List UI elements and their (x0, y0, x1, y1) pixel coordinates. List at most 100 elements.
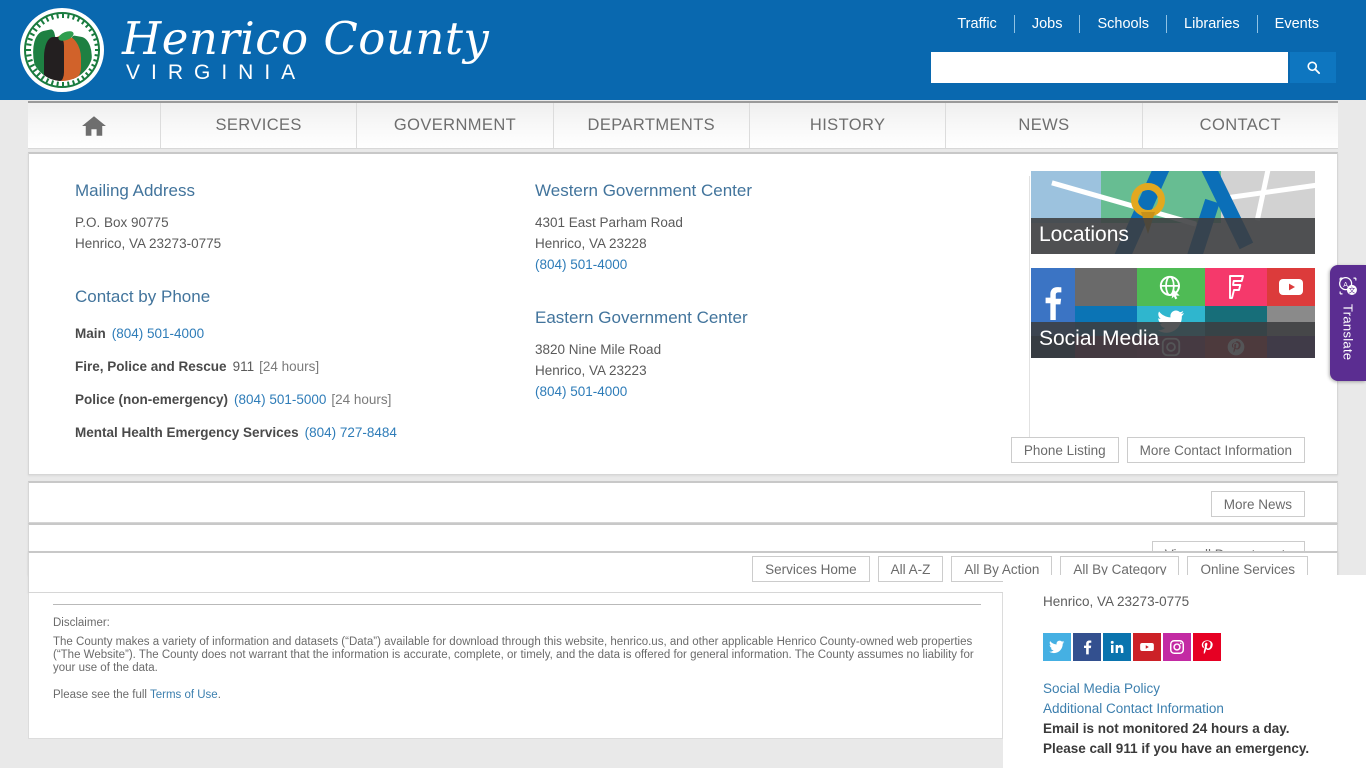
contact-column-middle: Western Government Center 4301 East Parh… (535, 180, 985, 402)
services-home-button[interactable]: Services Home (752, 556, 870, 582)
utility-link-jobs[interactable]: Jobs (1015, 15, 1080, 33)
terms-suffix: . (217, 689, 221, 701)
mailing-address-line-1: P.O. Box 90775 (75, 215, 169, 230)
western-government-center-heading: Western Government Center (535, 181, 752, 200)
nav-item-news[interactable]: NEWS (946, 103, 1143, 148)
pinterest-icon[interactable] (1193, 633, 1221, 661)
email-notice-line-2: Please call 911 if you have an emergency… (1043, 741, 1310, 756)
wordmark: Henrico County VIRGINIA (122, 15, 489, 85)
search-input[interactable] (931, 52, 1288, 83)
twitter-glyph (1049, 640, 1065, 654)
instagram-glyph (1169, 639, 1184, 654)
home-icon (82, 115, 106, 136)
mailing-address-heading: Mailing Address (75, 181, 196, 200)
terms-of-use-link[interactable]: Terms of Use (150, 689, 218, 701)
locations-tile-caption: Locations (1031, 218, 1315, 254)
facebook-icon (1045, 287, 1062, 320)
nav-item-history[interactable]: HISTORY (750, 103, 947, 148)
instagram-icon[interactable] (1163, 633, 1191, 661)
main-navigation: SERVICES GOVERNMENT DEPARTMENTS HISTORY … (28, 101, 1338, 149)
foursquare-icon (1229, 275, 1244, 299)
western-address-block: 4301 East Parham Road Henrico, VA 23228 … (535, 212, 985, 275)
phone-label: Fire, Police and Rescue (75, 359, 227, 374)
utility-link-schools[interactable]: Schools (1080, 15, 1166, 33)
twitter-icon[interactable] (1043, 633, 1071, 661)
phone-hours: [24 hours] (331, 392, 392, 407)
phone-number-police[interactable]: (804) 501-5000 (234, 392, 326, 407)
translate-label: Translate (1340, 304, 1356, 361)
nav-item-departments[interactable]: DEPARTMENTS (554, 103, 750, 148)
news-panel-buttons: More News (1210, 491, 1305, 517)
footer-disclaimer-panel: Disclaimer: The County makes a variety o… (28, 593, 1003, 739)
social-media-policy-link[interactable]: Social Media Policy (1043, 679, 1363, 699)
nav-item-services[interactable]: SERVICES (161, 103, 358, 148)
phone-number-911: 911 (232, 359, 255, 374)
linkedin-icon[interactable] (1103, 633, 1131, 661)
email-notice-line-1: Email is not monitored 24 hours a day. (1043, 721, 1290, 736)
phone-row-fire-police-rescue: Fire, Police and Rescue 911 [24 hours] (75, 357, 515, 376)
translate-widget[interactable]: A 文 Translate (1330, 265, 1366, 381)
site-search (931, 52, 1336, 83)
map-pin-icon (1131, 183, 1165, 217)
county-seal-icon (20, 8, 104, 92)
mailing-address-block: P.O. Box 90775 Henrico, VA 23273-0775 (75, 212, 515, 254)
divider (53, 604, 981, 605)
terms-line: Please see the full Terms of Use. (53, 689, 983, 702)
phone-label: Police (non-emergency) (75, 392, 229, 407)
phone-row-mental-health: Mental Health Emergency Services (804) 72… (75, 423, 515, 442)
phone-row-main: Main (804) 501-4000 (75, 324, 515, 343)
phone-number-mental-health[interactable]: (804) 727-8484 (305, 425, 397, 440)
youtube-glyph (1140, 643, 1154, 651)
globe-icon (1159, 275, 1180, 300)
utility-links: Traffic Jobs Schools Libraries Events (940, 15, 1336, 33)
locations-tile[interactable]: Locations (1031, 171, 1315, 254)
western-phone-number[interactable]: (804) 501-4000 (535, 257, 627, 272)
page-root: Henrico County VIRGINIA Traffic Jobs Sch… (0, 0, 1366, 768)
footer-address-line: Henrico, VA 23273-0775 (1043, 594, 1190, 609)
utility-link-events[interactable]: Events (1258, 15, 1336, 33)
nav-item-contact[interactable]: CONTACT (1143, 103, 1338, 148)
search-button[interactable] (1290, 52, 1336, 83)
phone-label: Mental Health Emergency Services (75, 425, 299, 440)
column-divider (1029, 176, 1030, 440)
more-news-button[interactable]: More News (1210, 491, 1305, 517)
disclaimer-title: Disclaimer: (53, 617, 110, 629)
all-a-z-button[interactable]: All A-Z (877, 556, 944, 582)
site-header: Henrico County VIRGINIA Traffic Jobs Sch… (0, 0, 1366, 100)
contact-column-left: Mailing Address P.O. Box 90775 Henrico, … (75, 180, 515, 456)
contact-panel-buttons: Phone Listing More Contact Information (1010, 437, 1305, 463)
linkedin-glyph (1110, 640, 1124, 653)
disclaimer-body: The County makes a variety of informatio… (53, 636, 974, 674)
news-panel: More News (28, 481, 1338, 523)
footer-social-icons (1043, 633, 1363, 661)
phone-number-main[interactable]: (804) 501-4000 (112, 326, 204, 341)
phone-listing-button[interactable]: Phone Listing (1010, 437, 1119, 463)
terms-prefix: Please see the full (53, 689, 150, 701)
phone-row-police-non-emergency: Police (non-emergency) (804) 501-5000 [24 … (75, 390, 515, 409)
translate-icon: A 文 (1339, 277, 1357, 295)
pinterest-glyph (1201, 640, 1213, 654)
more-contact-information-button[interactable]: More Contact Information (1126, 437, 1305, 463)
additional-contact-information-link[interactable]: Additional Contact Information (1043, 699, 1363, 719)
contact-column-right: Locations Social Media (1031, 170, 1321, 358)
facebook-icon[interactable] (1073, 633, 1101, 661)
disclaimer-block: Disclaimer: The County makes a variety o… (53, 617, 983, 708)
eastern-address-block: 3820 Nine Mile Road Henrico, VA 23223 (8… (535, 339, 985, 402)
social-media-tile[interactable]: Social Media (1031, 268, 1315, 358)
nav-item-government[interactable]: GOVERNMENT (357, 103, 554, 148)
phone-list: Main (804) 501-4000 Fire, Police and Resc… (75, 324, 515, 442)
utility-link-traffic[interactable]: Traffic (940, 15, 1013, 33)
search-icon (1306, 61, 1320, 75)
contact-by-phone-heading: Contact by Phone (75, 287, 211, 306)
eastern-address-line-1: 3820 Nine Mile Road (535, 342, 662, 357)
utility-link-libraries[interactable]: Libraries (1167, 15, 1257, 33)
youtube-icon[interactable] (1133, 633, 1161, 661)
site-brand[interactable]: Henrico County VIRGINIA (20, 8, 489, 92)
eastern-government-center-heading: Eastern Government Center (535, 308, 748, 327)
nav-item-home[interactable] (28, 103, 161, 148)
eastern-phone-number[interactable]: (804) 501-4000 (535, 384, 627, 399)
western-address-line-1: 4301 East Parham Road (535, 215, 683, 230)
contact-panel: Mailing Address P.O. Box 90775 Henrico, … (28, 152, 1338, 475)
mailing-address-line-2: Henrico, VA 23273-0775 (75, 236, 222, 251)
phone-label: Main (75, 326, 106, 341)
